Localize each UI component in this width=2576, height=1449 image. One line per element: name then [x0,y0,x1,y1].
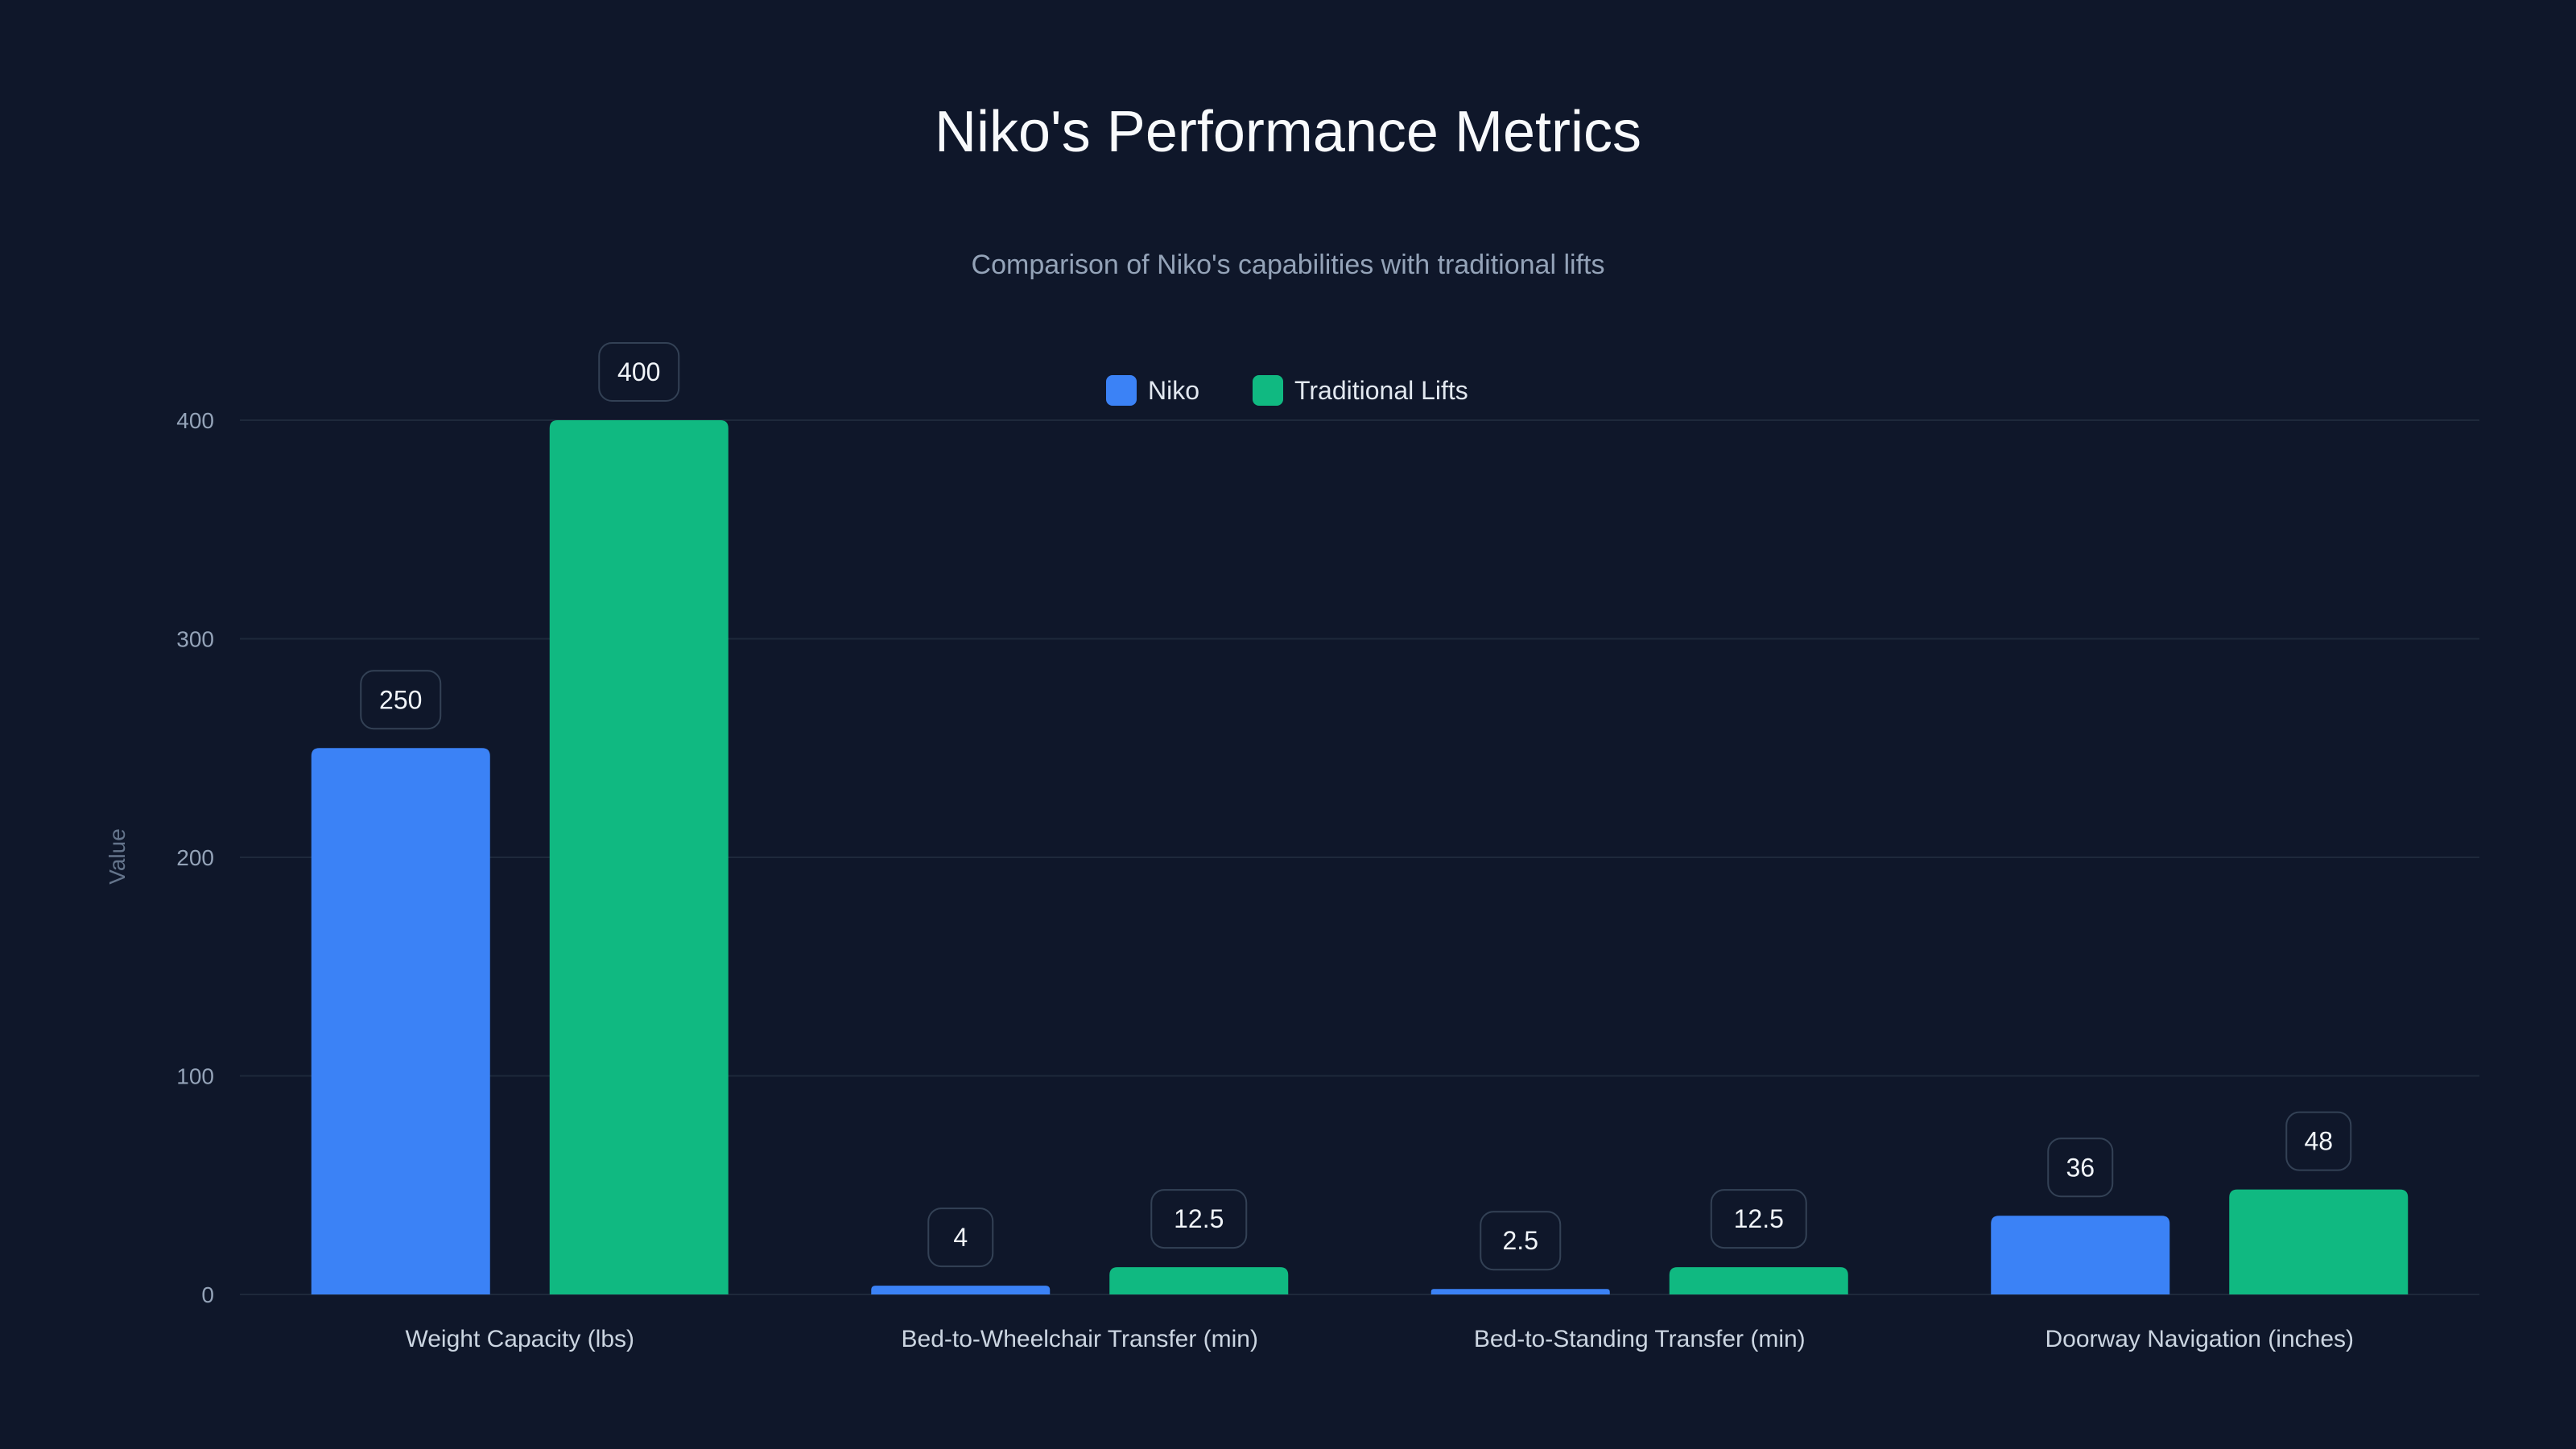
x-category-label: Doorway Navigation (inches) [2046,1326,2355,1352]
value-label-text: 12.5 [1174,1204,1224,1233]
legend-label: Niko [1148,376,1199,405]
legend-label: Traditional Lifts [1294,376,1468,405]
value-label: 12.5 [1150,1189,1248,1249]
chart-svg: Niko's Performance Metrics Comparison of… [105,100,2479,1352]
value-label: 4 [927,1208,994,1268]
x-category-label: Weight Capacity (lbs) [405,1326,634,1352]
value-label-text: 250 [379,685,422,714]
value-label-text: 36 [2066,1153,2095,1182]
legend-item: Niko [1106,375,1199,406]
value-label: 2.5 [1480,1211,1562,1271]
y-tick-label: 100 [176,1064,214,1089]
legend-swatch [1106,375,1137,406]
chart-title: Niko's Performance Metrics [935,100,1641,164]
y-axis-label: Value [105,828,130,885]
value-label-text: 2.5 [1503,1226,1538,1255]
value-label: 12.5 [1710,1189,1807,1249]
y-tick-label: 200 [176,845,214,870]
y-axis-ticks: 0 100 200 300 400 [176,408,214,1307]
value-label-text: 400 [617,357,660,386]
value-label-text: 4 [953,1223,968,1252]
chart: Niko's Performance Metrics Comparison of… [0,0,2576,1449]
x-axis-categories: Weight Capacity (lbs) Bed-to-Wheelchair T… [405,1326,2354,1352]
value-label: 36 [2047,1137,2114,1198]
legend-swatch [1253,375,1283,406]
bar-traditional-lifts [1109,1267,1289,1294]
bar-niko [1991,1216,2170,1294]
legend: Niko Traditional Lifts [1106,375,1468,406]
value-label: 250 [360,670,442,730]
x-category-label: Bed-to-Wheelchair Transfer (min) [902,1326,1258,1352]
bar-traditional-lifts [2229,1189,2409,1294]
value-label: 400 [598,342,680,402]
value-label-text: 48 [2304,1127,2333,1156]
y-tick-label: 0 [201,1282,214,1307]
bar-niko [311,748,490,1294]
value-label-text: 12.5 [1734,1204,1784,1233]
bar-traditional-lifts [1669,1267,1848,1294]
y-tick-label: 300 [176,627,214,652]
chart-subtitle: Comparison of Niko's capabilities with t… [972,250,1605,280]
bar-niko [871,1286,1051,1294]
bar-niko [1430,1289,1610,1294]
legend-item: Traditional Lifts [1253,375,1468,406]
bar-traditional-lifts [549,420,729,1294]
value-label: 48 [2285,1111,2352,1171]
y-tick-label: 400 [176,408,214,433]
x-category-label: Bed-to-Standing Transfer (min) [1474,1326,1806,1352]
